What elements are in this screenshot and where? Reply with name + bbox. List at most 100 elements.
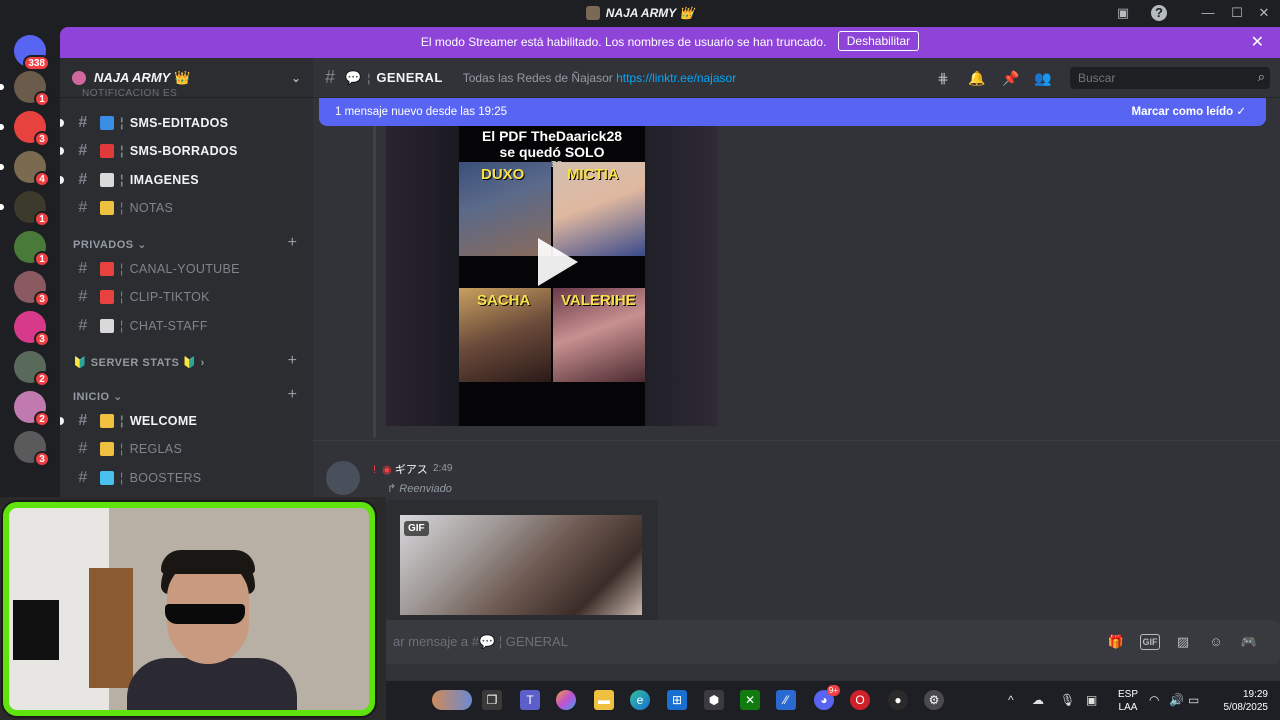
- channel-name: SMS-BORRADOS: [129, 144, 238, 159]
- server-icon[interactable]: 2: [14, 391, 50, 427]
- server-icon[interactable]: 4: [0, 151, 50, 187]
- gift-icon[interactable]: 🎁: [1106, 632, 1126, 652]
- new-messages-bar[interactable]: 1 mensaje nuevo desde las 19:25 Marcar c…: [319, 98, 1266, 126]
- play-icon[interactable]: [538, 238, 578, 286]
- streamer-mode-banner: El modo Streamer está habilitado. Los no…: [60, 27, 1280, 58]
- video-embed[interactable]: El PDF TheDaarick28 se quedó SOLO EO DUX…: [386, 126, 718, 426]
- app-icon[interactable]: ⬢: [704, 690, 724, 710]
- channel-item[interactable]: # ¦ WELCOME: [60, 408, 305, 434]
- opera-icon[interactable]: O: [850, 690, 870, 710]
- channel-item[interactable]: # ¦ CANAL-YOUTUBE: [68, 256, 305, 282]
- unread-indicator: [60, 119, 64, 127]
- channel-name: IMAGENES: [129, 172, 199, 187]
- channel-item[interactable]: # ¦ CLIP-TIKTOK: [68, 284, 305, 310]
- direct-messages-icon[interactable]: 338: [14, 35, 50, 71]
- members-icon[interactable]: 👥: [1034, 69, 1052, 87]
- server-icon[interactable]: 3: [14, 431, 50, 467]
- settings-icon[interactable]: ⚙: [924, 690, 944, 710]
- message-timestamp: 2:49: [433, 463, 453, 474]
- chat-area: # 💬 ¦ GENERAL Todas las Redes de Ñajasor…: [313, 58, 1280, 688]
- server-icon[interactable]: 3: [0, 111, 50, 147]
- sticker-icon[interactable]: ▨: [1173, 632, 1193, 652]
- topic-link[interactable]: https://linktr.ee/najasor: [616, 71, 736, 85]
- server-icon[interactable]: 3: [14, 311, 50, 347]
- copilot-icon[interactable]: [556, 690, 576, 710]
- add-channel-icon[interactable]: +: [288, 234, 297, 252]
- channel-topic[interactable]: Todas las Redes de Ñajasor https://linkt…: [463, 71, 737, 85]
- gif-attachment[interactable]: GIF: [400, 515, 642, 615]
- mic-icon[interactable]: 🎙: [1060, 693, 1075, 707]
- xbox-icon[interactable]: ✕: [740, 690, 760, 710]
- search-input[interactable]: [1070, 67, 1270, 89]
- channel-emoji-icon: [100, 262, 114, 276]
- crown-icon: 👑: [174, 69, 191, 85]
- forwarded-label: ↱ Reenviado: [387, 483, 452, 495]
- inbox-icon[interactable]: ▣: [1115, 5, 1131, 21]
- unread-indicator: [60, 417, 64, 425]
- speech-bubble-icon: 💬: [479, 634, 496, 649]
- help-icon[interactable]: ?: [1151, 5, 1167, 21]
- emoji-icon[interactable]: ☺: [1206, 632, 1226, 652]
- system-clock[interactable]: 19:29 5/08/2025: [1224, 688, 1269, 714]
- chevron-down-icon[interactable]: ⌄: [291, 71, 301, 85]
- threads-icon[interactable]: ⋕: [934, 69, 952, 87]
- disable-streamer-button[interactable]: Deshabilitar: [837, 31, 920, 51]
- teams-icon[interactable]: T: [520, 690, 540, 710]
- close-banner-icon[interactable]: ✕: [1251, 27, 1264, 58]
- hash-icon: #: [78, 199, 88, 217]
- taskbar: ❐ T ▬ e ⊞ ⬢ ✕ ⁄⁄ ◕ 9+ O ● ⚙ ^ ☁ 🎙 ▣ ESP LA…: [386, 680, 1280, 720]
- store-icon[interactable]: ⊞: [667, 690, 687, 710]
- discord-taskbar-icon[interactable]: ◕ 9+: [814, 685, 840, 710]
- server-icon[interactable]: 2: [14, 351, 50, 387]
- category-inicio[interactable]: INICIO ⌄: [73, 390, 123, 403]
- channel-item[interactable]: # ¦ SMS-EDITADOS: [60, 110, 305, 136]
- tray-chevron-icon[interactable]: ^: [1008, 693, 1014, 707]
- channel-emoji-icon: [100, 201, 114, 216]
- channel-item[interactable]: # ¦ CHAT-STAFF: [68, 313, 305, 339]
- category-privados[interactable]: PRIVADOS ⌄: [73, 238, 147, 251]
- message-composer[interactable]: ar mensaje a #💬 ¦ GENERAL 🎁 GIF ▨ ☺ 🎮: [313, 620, 1280, 664]
- input-language[interactable]: ESP LAA: [1118, 688, 1138, 714]
- file-explorer-icon[interactable]: ▬: [594, 690, 614, 710]
- category-server-stats[interactable]: 🔰 SERVER STATS 🔰 ›: [73, 356, 205, 369]
- avatar[interactable]: [326, 461, 360, 495]
- camera-icon[interactable]: ▣: [1086, 693, 1097, 707]
- hash-icon: #: [78, 260, 88, 277]
- app-icon[interactable]: ⁄⁄: [776, 690, 796, 710]
- channel-item[interactable]: # ¦ BOOSTERS: [68, 465, 305, 491]
- pin-icon[interactable]: 📌: [1002, 69, 1020, 87]
- add-channel-icon[interactable]: +: [288, 386, 297, 404]
- wifi-icon[interactable]: ◠: [1149, 693, 1159, 707]
- bell-icon[interactable]: 🔔: [968, 69, 986, 87]
- banner-text: El modo Streamer está habilitado. Los no…: [420, 35, 827, 49]
- obs-icon[interactable]: ●: [888, 690, 908, 710]
- volume-icon[interactable]: 🔊: [1169, 693, 1184, 707]
- server-icon[interactable]: 1: [0, 191, 50, 227]
- minimize-icon[interactable]: —: [1200, 5, 1216, 21]
- edge-icon[interactable]: e: [630, 690, 650, 710]
- channel-sidebar: NAJA ARMY 👑 ⌄ NOTIFICACION ES # ¦ SMS-EDIT…: [60, 58, 313, 498]
- onedrive-icon[interactable]: ☁: [1032, 693, 1044, 707]
- add-channel-icon[interactable]: +: [288, 352, 297, 370]
- channel-item[interactable]: # ¦ REGLAS: [68, 436, 305, 462]
- close-window-icon[interactable]: ✕: [1256, 5, 1272, 21]
- embed-border: [373, 126, 376, 438]
- task-view-icon[interactable]: ❐: [482, 690, 502, 710]
- channel-item[interactable]: # ¦ SMS-BORRADOS: [60, 138, 305, 164]
- message-author[interactable]: ! ◉ ギアス: [373, 461, 428, 477]
- battery-icon[interactable]: ▭: [1188, 693, 1199, 707]
- mark-read-button[interactable]: Marcar como leído ✓: [1132, 98, 1246, 126]
- channel-item[interactable]: # ¦ NOTAS: [68, 195, 305, 221]
- window-title: NAJA ARMY 👑: [0, 6, 1280, 20]
- channel-item[interactable]: # ¦ IMAGENES: [60, 167, 305, 193]
- server-icon[interactable]: 3: [14, 271, 50, 307]
- maximize-icon[interactable]: ☐: [1229, 5, 1245, 21]
- gif-icon[interactable]: GIF: [1140, 634, 1160, 650]
- server-icon[interactable]: 1: [14, 231, 50, 267]
- server-icon[interactable]: 1: [0, 71, 50, 107]
- channel-emoji-icon: [100, 172, 114, 187]
- widgets-icon[interactable]: [432, 690, 472, 710]
- gamepad-icon[interactable]: 🎮: [1239, 632, 1259, 652]
- mention-badge: 3: [34, 331, 50, 347]
- mention-badge: 1: [34, 91, 50, 107]
